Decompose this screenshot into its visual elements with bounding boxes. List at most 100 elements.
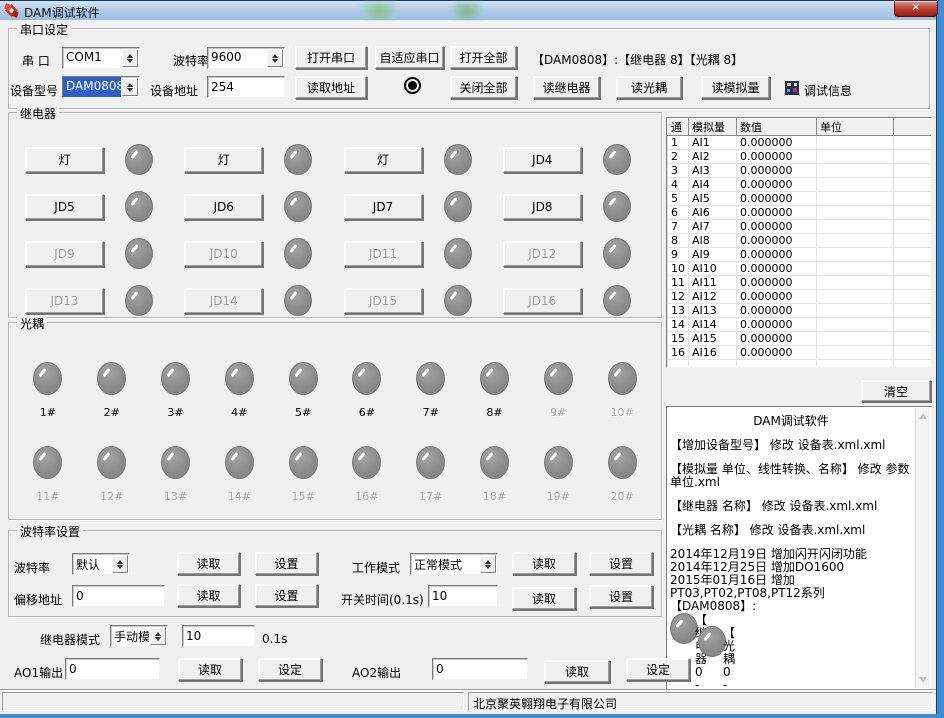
model-combo-value[interactable]: DAM0808 [63,77,121,97]
switch-set-button[interactable]: 设置 [589,585,653,608]
relay-button[interactable]: JD8 [503,194,582,220]
ao1-read-button[interactable]: 读取 [178,658,242,681]
titlebar[interactable]: DAM调试软件 × [0,0,936,20]
relay-button[interactable]: JD13 [25,288,104,314]
relay-button[interactable]: JD7 [344,194,423,220]
opto-cell: 4# [207,348,271,432]
dropdown-arrow-icon[interactable] [267,49,283,67]
analog-row[interactable]: 16AI160.000000 [668,346,933,360]
relay-mode-combo-value[interactable]: 手动模式 [111,626,149,646]
port-combo-value[interactable]: COM1 [63,48,121,68]
scrollbar[interactable] [915,408,930,688]
baud-combo-value[interactable]: 9600 [208,48,266,68]
model-combo[interactable]: DAM0808 [62,76,140,98]
offset-read-button[interactable]: 读取 [177,584,240,607]
analog-row[interactable]: 7AI70.000000 [668,220,933,234]
baudrate-read-button[interactable]: 读取 [177,552,240,575]
analog-row[interactable]: 14AI140.000000 [668,318,933,332]
dropdown-arrow-icon[interactable] [480,555,496,573]
opto-cell: 19# [526,432,590,516]
switch-read-button[interactable]: 读取 [512,587,576,610]
relay-button[interactable]: JD16 [503,288,582,314]
relay-button[interactable]: JD5 [25,194,104,220]
analog-row[interactable]: 1AI10.000000 [668,136,933,150]
analog-cell [817,234,894,248]
workmode-set-button[interactable]: 设置 [589,552,653,575]
ao2-input[interactable] [432,658,528,680]
dropdown-arrow-icon[interactable] [122,49,138,67]
analog-column-header[interactable] [894,119,933,136]
analog-cell: 7 [668,220,689,234]
analog-row[interactable]: 13AI130.000000 [668,304,933,318]
analog-cell: 9 [668,248,689,262]
relay-button[interactable]: 灯 [25,147,104,173]
analog-cell [894,304,933,318]
analog-column-header[interactable]: 单位 [817,119,894,136]
baudrate-combo[interactable]: 默认 [72,553,130,575]
debug-info-textarea[interactable]: DAM调试软件【增加设备型号】 修改 设备表.xml.xml【模拟量 单位、线性… [666,406,932,690]
relay-button[interactable]: JD10 [184,241,263,267]
relay-button[interactable]: JD6 [184,194,263,220]
workmode-combo[interactable]: 正常模式 [410,553,498,575]
relay-button[interactable]: 灯 [184,147,263,173]
offset-set-button[interactable]: 设置 [255,584,318,607]
analog-column-header[interactable]: 模拟量 [689,119,737,136]
relay-button[interactable]: JD9 [25,241,104,267]
relay-button[interactable]: JD15 [344,288,423,314]
dropdown-arrow-icon[interactable] [112,555,128,573]
baudrate-set-button[interactable]: 设置 [255,552,318,575]
analog-row[interactable]: 3AI30.000000 [668,164,933,178]
port-combo[interactable]: COM1 [62,47,140,69]
ao2-set-button[interactable]: 设定 [626,658,690,681]
ao1-input[interactable] [65,658,160,680]
read-analog-button[interactable]: 读模拟量 [701,76,770,99]
address-input[interactable] [207,76,285,98]
analog-row[interactable]: 5AI50.000000 [668,192,933,206]
analog-cell: 0.000000 [737,136,817,150]
read-opto-button[interactable]: 读光耦 [616,76,682,99]
dropdown-arrow-icon[interactable] [150,627,166,645]
read-relay-button[interactable]: 读继电器 [533,76,600,99]
relay-button[interactable]: 灯 [344,147,423,173]
analog-row[interactable]: 8AI80.000000 [668,234,933,248]
read-address-button[interactable]: 读取地址 [295,76,367,99]
scroll-down-icon[interactable] [919,677,927,683]
analog-row[interactable]: 2AI20.000000 [668,150,933,164]
relay-cell: JD11 [344,230,503,277]
close-all-button[interactable]: 关闭全部 [450,76,517,99]
analog-row[interactable]: 9AI90.000000 [668,248,933,262]
open-port-button[interactable]: 打开串口 [295,46,367,69]
analog-row[interactable]: 10AI100.000000 [668,262,933,276]
relay-button[interactable]: JD14 [184,288,263,314]
clear-button[interactable]: 清空 [861,380,931,402]
scroll-up-icon[interactable] [919,413,927,419]
auto-port-button[interactable]: 自适应串口 [375,46,444,69]
relay-button[interactable]: JD12 [503,241,582,267]
analog-row[interactable]: 11AI110.000000 [668,276,933,290]
close-button[interactable]: × [894,1,938,17]
workmode-read-button[interactable]: 读取 [512,552,576,575]
open-all-button[interactable]: 打开全部 [450,46,517,69]
baud-combo[interactable]: 9600 [207,47,285,69]
debug-info-icon[interactable] [784,80,800,96]
analog-row[interactable]: 15AI150.000000 [668,332,933,346]
relay-mode-combo[interactable]: 手动模式 [110,625,168,647]
relay-mode-time-input[interactable] [182,625,255,647]
ao1-set-button[interactable]: 设定 [258,658,322,681]
ao2-read-button[interactable]: 读取 [544,660,610,683]
baudrate-combo-value[interactable]: 默认 [73,554,111,574]
switch-time-input[interactable] [428,585,498,607]
relay-indicator-light [444,238,472,269]
analog-column-header[interactable]: 通 [668,119,689,136]
analog-row[interactable]: 12AI120.000000 [668,290,933,304]
relay-cell: JD6 [184,183,343,230]
relay-button[interactable]: JD4 [503,147,582,173]
dropdown-arrow-icon[interactable] [122,78,138,96]
analog-row[interactable]: 4AI40.000000 [668,178,933,192]
analog-column-header[interactable]: 数值 [737,119,817,136]
analog-row[interactable]: 6AI60.000000 [668,206,933,220]
offset-input[interactable] [72,585,165,607]
opto-indicator-light [416,446,445,479]
relay-button[interactable]: JD11 [344,241,423,267]
workmode-combo-value[interactable]: 正常模式 [411,554,479,574]
